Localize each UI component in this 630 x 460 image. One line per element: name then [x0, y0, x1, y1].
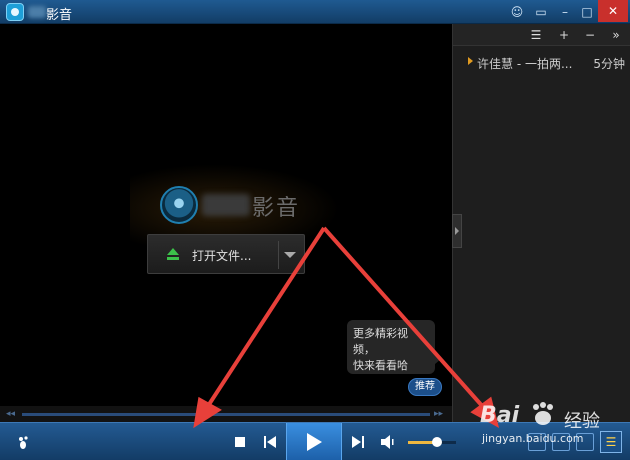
- watermark: Bai 经验 jingyan.baidu.com: [478, 395, 628, 455]
- playing-icon: [468, 57, 473, 65]
- paw-icon: [533, 402, 553, 425]
- next-icon: [352, 436, 364, 448]
- add-icon[interactable]: +: [553, 26, 575, 44]
- play-button[interactable]: [286, 423, 342, 460]
- logo-redacted: [202, 194, 250, 216]
- previous-icon: [264, 436, 276, 448]
- list-item[interactable]: 许佳慧 - 一拍两... 5分钟: [453, 52, 630, 72]
- watermark-suffix: 经验: [564, 411, 600, 432]
- playlist-toolbar: ☰ + − »: [453, 24, 630, 46]
- eject-icon: [167, 248, 179, 260]
- player-logo-icon: [160, 186, 198, 224]
- minimize-button[interactable]: –: [554, 3, 576, 21]
- speaker-icon: [381, 435, 394, 449]
- chevron-right-icon: [455, 227, 459, 235]
- play-icon: [307, 433, 322, 451]
- footprint-icon[interactable]: [14, 423, 34, 460]
- skin-icon[interactable]: ☺: [506, 3, 528, 21]
- volume-slider[interactable]: [408, 437, 456, 447]
- volume-knob[interactable]: [431, 437, 442, 447]
- stop-button[interactable]: [230, 423, 250, 460]
- close-button[interactable]: ✕: [598, 0, 628, 22]
- watermark-url: jingyan.baidu.com: [482, 432, 584, 445]
- seek-bar[interactable]: ◂◂ ▸▸: [0, 406, 452, 422]
- playlist-item-title: 许佳慧 - 一拍两...: [477, 57, 573, 71]
- remove-icon[interactable]: −: [579, 26, 601, 44]
- promo-text-line1: 更多精彩视频，: [353, 327, 408, 356]
- next-button[interactable]: [348, 423, 368, 460]
- stop-icon: [235, 437, 245, 447]
- more-icon[interactable]: »: [605, 26, 627, 44]
- mini-mode-icon[interactable]: ▭: [530, 3, 552, 21]
- seek-back-icon[interactable]: ◂◂: [6, 409, 15, 419]
- seek-track[interactable]: [22, 413, 430, 416]
- video-area[interactable]: 影音 打开文件... 更多精彩视频， 快来看看哈 推荐: [0, 24, 452, 406]
- seek-forward-icon[interactable]: ▸▸: [434, 409, 443, 419]
- previous-button[interactable]: [260, 423, 280, 460]
- collapse-handle[interactable]: [452, 214, 462, 248]
- player-logo-text: 影音: [252, 196, 301, 221]
- promo-text-line2: 快来看看哈: [353, 359, 408, 372]
- chevron-down-icon[interactable]: [284, 252, 296, 258]
- volume-button[interactable]: [378, 423, 398, 460]
- title-bar: 影音 ☺ ▭ – □ ✕: [0, 0, 630, 24]
- maximize-button[interactable]: □: [576, 3, 598, 21]
- watermark-brand: Bai: [480, 403, 520, 428]
- list-view-icon[interactable]: ☰: [525, 26, 547, 44]
- open-file-button[interactable]: 打开文件...: [147, 234, 305, 274]
- window-title: 影音: [46, 8, 73, 23]
- recommend-button[interactable]: 推荐: [408, 378, 442, 396]
- open-file-label: 打开文件...: [192, 249, 252, 263]
- promo-bubble[interactable]: 更多精彩视频， 快来看看哈: [347, 320, 441, 374]
- playlist-panel: ☰ + − » 许佳慧 - 一拍两... 5分钟: [452, 24, 630, 422]
- playlist-item-duration: 5分钟: [593, 57, 625, 71]
- open-file-divider: [278, 241, 279, 269]
- app-logo-icon: [6, 3, 24, 21]
- title-redacted: [28, 6, 46, 18]
